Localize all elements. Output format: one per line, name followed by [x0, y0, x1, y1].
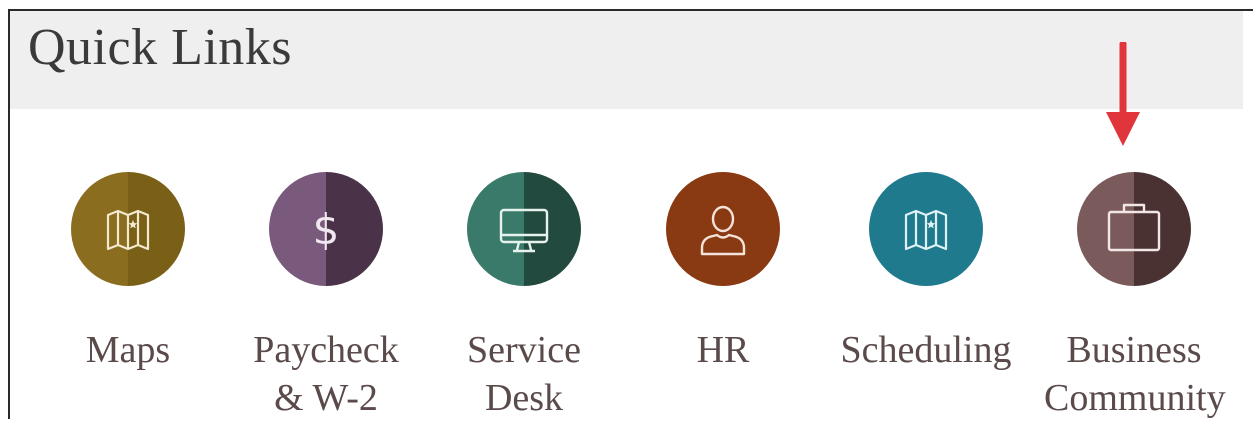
quick-link-maps[interactable]: Maps — [38, 172, 218, 402]
monitor-icon — [499, 208, 549, 253]
svg-text:$: $ — [313, 205, 340, 254]
quick-links-grid: Maps $ Paycheck & W-2 Service Desk HR Sc… — [0, 0, 1253, 419]
person-icon — [700, 205, 746, 256]
annotation-arrow-icon — [1106, 42, 1140, 146]
maps-circle — [71, 172, 185, 286]
quick-link-hr[interactable]: HR — [633, 172, 813, 402]
map-icon — [106, 209, 150, 251]
quick-link-label: Maps — [85, 329, 171, 371]
business-community-circle — [1077, 172, 1191, 286]
quick-link-label: Business Community — [1044, 329, 1226, 419]
quick-link-label: Service Desk — [467, 329, 581, 419]
briefcase-icon — [1107, 203, 1161, 252]
scheduling-circle — [869, 172, 983, 286]
quick-link-label: Paycheck & W-2 — [253, 329, 399, 419]
map-icon — [904, 209, 948, 251]
quick-link-label: HR — [696, 329, 750, 371]
hr-circle — [666, 172, 780, 286]
quick-link-service-desk[interactable]: Service Desk — [434, 172, 614, 419]
service-desk-circle — [467, 172, 581, 286]
paycheck-circle: $ — [269, 172, 383, 286]
quick-link-paycheck[interactable]: $ Paycheck & W-2 — [236, 172, 416, 419]
quick-link-scheduling[interactable]: Scheduling — [836, 172, 1016, 402]
dollar-icon: $ — [313, 205, 340, 254]
quick-link-label: Scheduling — [840, 329, 1012, 371]
quick-link-business-community[interactable]: Business Community — [1044, 172, 1226, 419]
